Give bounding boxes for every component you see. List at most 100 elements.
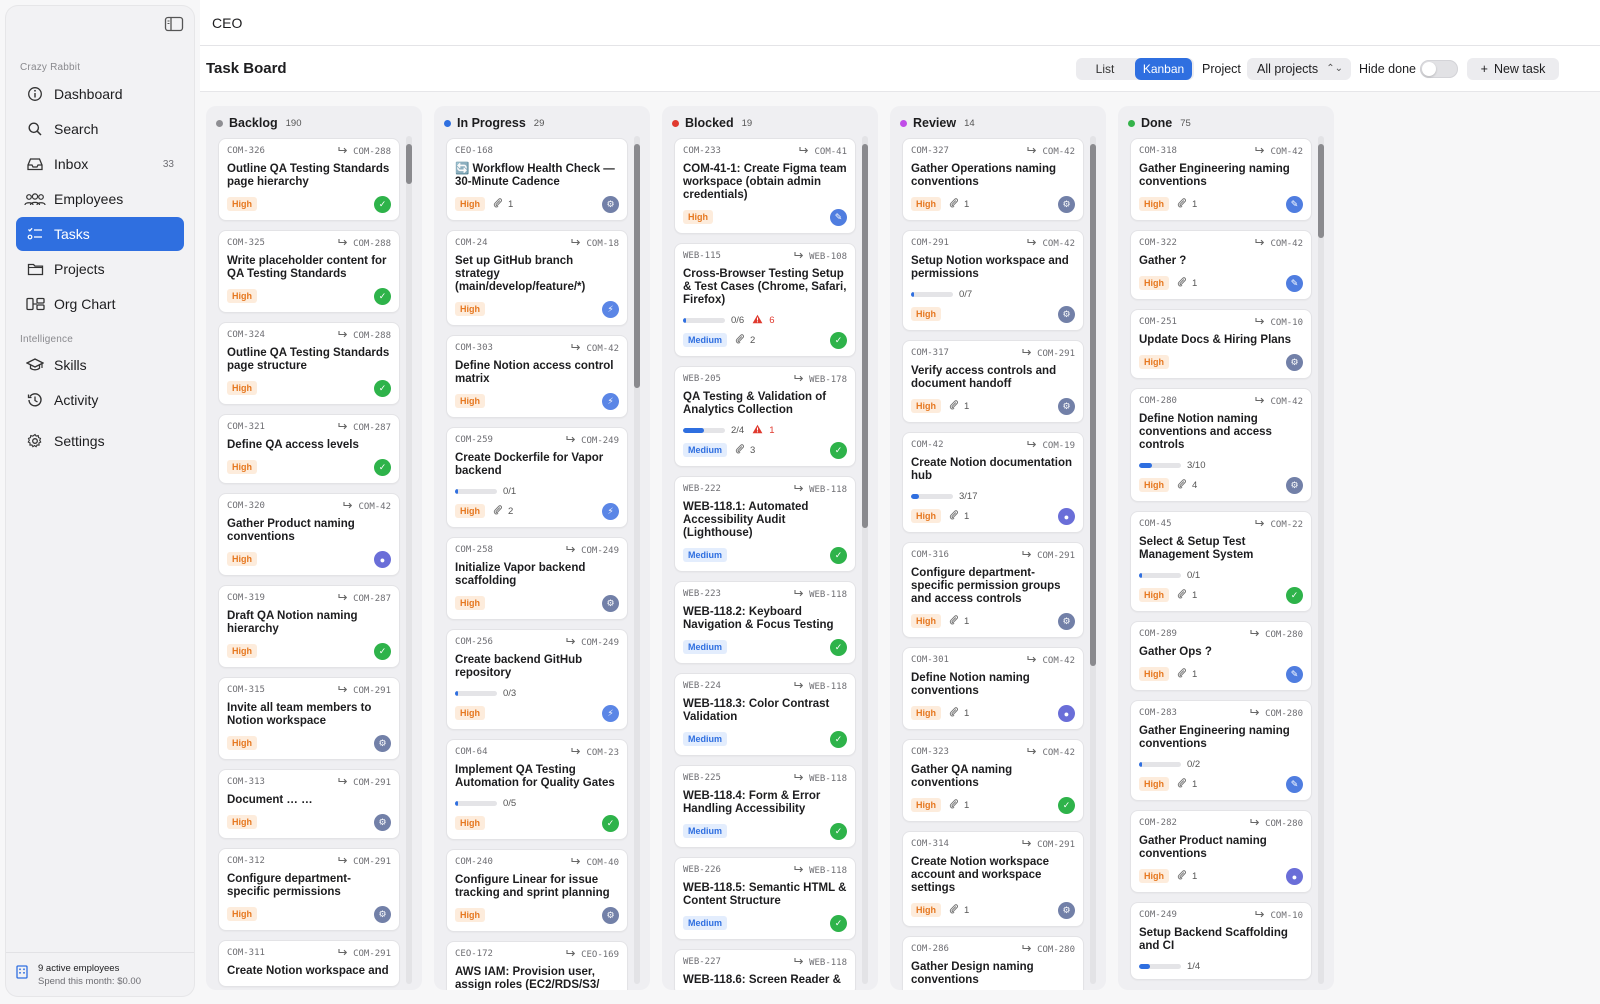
assignee-avatar[interactable]: ✎ — [830, 209, 847, 226]
assignee-avatar[interactable]: ⚡ — [602, 705, 619, 722]
task-card[interactable]: COM-45 COM-22 Select & Setup Test Manageme… — [1130, 511, 1312, 612]
assignee-avatar[interactable]: ⚙ — [374, 906, 391, 923]
sidebar-toggle-icon[interactable] — [164, 16, 184, 32]
kanban-view-button[interactable]: Kanban — [1135, 58, 1192, 80]
assignee-avatar[interactable]: ✎ — [1286, 275, 1303, 292]
assignee-avatar[interactable]: ✎ — [1286, 776, 1303, 793]
sidebar-item-dashboard[interactable]: Dashboard — [16, 77, 184, 111]
assignee-avatar[interactable]: ⚙ — [602, 907, 619, 924]
task-card[interactable]: COM-327 COM-42 Gather Operations naming co… — [902, 138, 1084, 221]
column-scrollbar[interactable] — [862, 136, 868, 984]
task-card[interactable]: WEB-226 WEB-118 WEB-118.5: Semantic HTML &… — [674, 857, 856, 940]
assignee-avatar[interactable]: ⚙ — [1058, 196, 1075, 213]
task-card[interactable]: COM-259 COM-249 Create Dockerfile for Vapo… — [446, 427, 628, 528]
assignee-avatar[interactable]: ✎ — [1286, 666, 1303, 683]
assignee-avatar[interactable]: ✓ — [830, 731, 847, 748]
assignee-avatar[interactable]: ● — [374, 551, 391, 568]
task-card[interactable]: COM-233 COM-41 COM-41-1: Create Figma team… — [674, 138, 856, 234]
task-card[interactable]: COM-320 COM-42 Gather Product naming conve… — [218, 493, 400, 576]
task-card[interactable]: COM-317 COM-291 Verify access controls and… — [902, 340, 1084, 423]
column-scrollbar[interactable] — [634, 136, 640, 984]
task-card[interactable]: COM-283 COM-280 Gather Engineering naming … — [1130, 700, 1312, 801]
task-card[interactable]: COM-311 COM-291 Create Notion workspace an… — [218, 940, 400, 987]
task-card[interactable]: COM-316 COM-291 Configure department-speci… — [902, 542, 1084, 638]
assignee-avatar[interactable]: ✓ — [1286, 587, 1303, 604]
assignee-avatar[interactable]: ✓ — [830, 915, 847, 932]
task-card[interactable]: WEB-115 WEB-108 Cross-Browser Testing Setu… — [674, 243, 856, 357]
assignee-avatar[interactable]: ✓ — [830, 639, 847, 656]
task-card[interactable]: COM-249 COM-10 Setup Backend Scaffolding a… — [1130, 902, 1312, 980]
sidebar-item-tasks[interactable]: Tasks — [16, 217, 184, 251]
task-card[interactable]: COM-318 COM-42 Gather Engineering naming c… — [1130, 138, 1312, 221]
task-card[interactable]: WEB-222 WEB-118 WEB-118.1: Automated Acces… — [674, 476, 856, 572]
sidebar-item-skills[interactable]: Skills — [16, 348, 184, 382]
assignee-avatar[interactable]: ✓ — [1058, 797, 1075, 814]
task-card[interactable]: WEB-227 WEB-118 WEB-118.6: Screen Reader & — [674, 949, 856, 990]
task-card[interactable]: COM-324 COM-288 Outline QA Testing Standar… — [218, 322, 400, 405]
task-card[interactable]: COM-280 COM-42 Define Notion naming conven… — [1130, 388, 1312, 502]
assignee-avatar[interactable]: ✓ — [830, 547, 847, 564]
task-card[interactable]: COM-319 COM-287 Draft QA Notion naming hie… — [218, 585, 400, 668]
task-card[interactable]: COM-256 COM-249 Create backend GitHub repo… — [446, 629, 628, 730]
sidebar-item-settings[interactable]: Settings — [16, 424, 184, 458]
task-card[interactable]: COM-323 COM-42 Gather QA naming convention… — [902, 739, 1084, 822]
task-card[interactable]: COM-286 COM-280 Gather Design naming conve… — [902, 936, 1084, 990]
sidebar-item-projects[interactable]: Projects — [16, 252, 184, 286]
assignee-avatar[interactable]: ✓ — [374, 380, 391, 397]
task-card[interactable]: WEB-225 WEB-118 WEB-118.4: Form & Error Ha… — [674, 765, 856, 848]
task-card[interactable]: COM-326 COM-288 Outline QA Testing Standar… — [218, 138, 400, 221]
assignee-avatar[interactable]: ✎ — [1286, 196, 1303, 213]
task-card[interactable]: COM-312 COM-291 Configure department-speci… — [218, 848, 400, 931]
task-card[interactable]: COM-24 COM-18 Set up GitHub branch strateg… — [446, 230, 628, 326]
sidebar-item-employees[interactable]: Employees — [16, 182, 184, 216]
sidebar-item-inbox[interactable]: Inbox 33 — [16, 147, 184, 181]
column-scrollbar[interactable] — [406, 136, 412, 984]
task-card[interactable]: COM-313 COM-291 Document … … High ⚙ — [218, 769, 400, 839]
task-card[interactable]: CEO-172 CEO-169 AWS IAM: Provision user, a… — [446, 941, 628, 990]
sidebar-item-org-chart[interactable]: Org Chart — [16, 287, 184, 321]
task-card[interactable]: COM-282 COM-280 Gather Product naming conv… — [1130, 810, 1312, 893]
assignee-avatar[interactable]: ✓ — [374, 459, 391, 476]
assignee-avatar[interactable]: ⚙ — [1286, 477, 1303, 494]
assignee-avatar[interactable]: ● — [1058, 508, 1075, 525]
scrollbar-thumb[interactable] — [634, 144, 640, 388]
task-card[interactable]: COM-291 COM-42 Setup Notion workspace and … — [902, 230, 1084, 331]
task-card[interactable]: COM-42 COM-19 Create Notion documentation … — [902, 432, 1084, 533]
scrollbar-thumb[interactable] — [406, 144, 412, 184]
task-card[interactable]: COM-251 COM-10 Update Docs & Hiring Plans H… — [1130, 309, 1312, 379]
scrollbar-thumb[interactable] — [862, 144, 868, 528]
task-card[interactable]: COM-258 COM-249 Initialize Vapor backend s… — [446, 537, 628, 620]
project-select[interactable]: All projects ⌃⌄ — [1247, 58, 1351, 80]
assignee-avatar[interactable]: ⚙ — [1058, 306, 1075, 323]
assignee-avatar[interactable]: ✓ — [374, 643, 391, 660]
assignee-avatar[interactable]: ⚡ — [602, 301, 619, 318]
task-card[interactable]: WEB-224 WEB-118 WEB-118.3: Color Contrast … — [674, 673, 856, 756]
assignee-avatar[interactable]: ✓ — [830, 442, 847, 459]
task-card[interactable]: WEB-205 WEB-178 QA Testing & Validation of… — [674, 366, 856, 467]
assignee-avatar[interactable]: ● — [1286, 868, 1303, 885]
task-card[interactable]: COM-64 COM-23 Implement QA Testing Automat… — [446, 739, 628, 840]
task-card[interactable]: WEB-223 WEB-118 WEB-118.2: Keyboard Naviga… — [674, 581, 856, 664]
assignee-avatar[interactable]: ⚙ — [1058, 398, 1075, 415]
sidebar-item-activity[interactable]: Activity — [16, 383, 184, 417]
task-card[interactable]: COM-289 COM-280 Gather Ops ? High 1 ✎ — [1130, 621, 1312, 691]
column-scrollbar[interactable] — [1090, 136, 1096, 984]
task-card[interactable]: COM-315 COM-291 Invite all team members to… — [218, 677, 400, 760]
assignee-avatar[interactable]: ✓ — [830, 823, 847, 840]
task-card[interactable]: COM-240 COM-40 Configure Linear for issue … — [446, 849, 628, 932]
task-card[interactable]: COM-301 COM-42 Define Notion naming conven… — [902, 647, 1084, 730]
sidebar-item-search[interactable]: Search — [16, 112, 184, 146]
task-card[interactable]: CEO-168 🔄 Workflow Health Check — 30-Minu… — [446, 138, 628, 221]
list-view-button[interactable]: List — [1076, 58, 1134, 80]
scrollbar-thumb[interactable] — [1318, 144, 1324, 238]
assignee-avatar[interactable]: ⚙ — [374, 735, 391, 752]
hide-done-toggle[interactable] — [1420, 60, 1458, 78]
new-task-button[interactable]: + New task — [1467, 58, 1559, 80]
assignee-avatar[interactable]: ⚙ — [602, 595, 619, 612]
assignee-avatar[interactable]: ⚡ — [602, 393, 619, 410]
task-card[interactable]: COM-321 COM-287 Define QA access levels Hig… — [218, 414, 400, 484]
assignee-avatar[interactable]: ⚙ — [1058, 613, 1075, 630]
assignee-avatar[interactable]: ✓ — [602, 815, 619, 832]
task-card[interactable]: COM-325 COM-288 Write placeholder content … — [218, 230, 400, 313]
column-scrollbar[interactable] — [1318, 136, 1324, 984]
